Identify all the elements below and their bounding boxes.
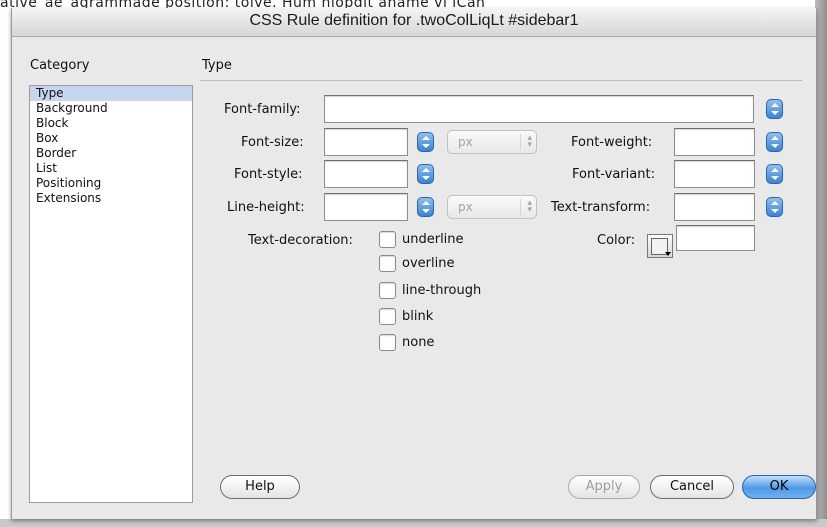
category-item-block[interactable]: Block — [30, 116, 192, 131]
none-label[interactable]: none — [402, 335, 434, 350]
blink-checkbox[interactable] — [379, 308, 396, 325]
apply-button[interactable]: Apply — [568, 475, 640, 499]
category-item-list[interactable]: List — [30, 161, 192, 176]
overline-checkbox[interactable] — [379, 255, 396, 272]
underline-label[interactable]: underline — [402, 232, 464, 247]
help-button[interactable]: Help — [220, 475, 300, 499]
line-through-checkbox[interactable] — [379, 282, 396, 299]
window-edge-bottom — [0, 519, 827, 527]
underline-checkbox[interactable] — [379, 231, 396, 248]
color-picker-icon[interactable] — [647, 234, 673, 258]
color-value-input[interactable] — [676, 225, 755, 251]
text-transform-label: Text-transform: — [551, 200, 651, 215]
category-heading: Category — [30, 58, 90, 73]
text-decoration-label: Text-decoration: — [248, 233, 353, 248]
blink-label[interactable]: blink — [402, 309, 433, 324]
font-variant-stepper-icon[interactable] — [766, 164, 783, 184]
category-item-extensions[interactable]: Extensions — [30, 191, 192, 206]
category-item-type[interactable]: Type — [30, 86, 192, 101]
line-through-label[interactable]: line-through — [402, 283, 481, 298]
line-height-unit-value: px — [458, 200, 473, 214]
color-label: Color: — [597, 233, 636, 248]
font-family-label: Font-family: — [224, 102, 301, 117]
font-variant-label: Font-variant: — [572, 167, 655, 182]
dialog-title-bar[interactable]: CSS Rule definition for .twoColLiqLt #si… — [12, 8, 816, 37]
category-item-background[interactable]: Background — [30, 101, 192, 116]
none-checkbox[interactable] — [379, 334, 396, 351]
chevron-updown-icon: ▴ ▾ — [527, 198, 532, 215]
text-transform-input[interactable] — [674, 193, 755, 221]
category-item-box[interactable]: Box — [30, 131, 192, 146]
font-size-stepper-icon[interactable] — [417, 132, 434, 152]
font-family-stepper-icon[interactable] — [766, 99, 783, 119]
line-height-stepper-icon[interactable] — [417, 197, 434, 217]
font-size-input[interactable] — [324, 128, 408, 156]
font-weight-input[interactable] — [674, 128, 755, 156]
line-height-input[interactable] — [324, 193, 408, 221]
css-rule-dialog: CSS Rule definition for .twoColLiqLt #si… — [11, 8, 817, 519]
font-family-input[interactable] — [324, 95, 754, 123]
dialog-title: CSS Rule definition for .twoColLiqLt #si… — [249, 12, 579, 29]
category-item-positioning[interactable]: Positioning — [30, 176, 192, 191]
heading-divider — [200, 80, 802, 81]
ok-button[interactable]: OK — [742, 475, 816, 499]
line-height-label: Line-height: — [227, 200, 305, 215]
font-size-unit-select[interactable]: px ▴ ▾ — [447, 130, 537, 154]
font-weight-stepper-icon[interactable] — [766, 132, 783, 152]
section-heading: Type — [202, 58, 232, 73]
font-size-unit-value: px — [458, 135, 473, 149]
category-item-border[interactable]: Border — [30, 146, 192, 161]
overline-label[interactable]: overline — [402, 256, 454, 271]
font-size-label: Font-size: — [241, 135, 304, 150]
text-transform-stepper-icon[interactable] — [766, 197, 783, 217]
cancel-button[interactable]: Cancel — [650, 475, 734, 499]
chevron-updown-icon: ▴ ▾ — [527, 133, 532, 150]
font-style-input[interactable] — [324, 160, 408, 188]
category-list[interactable]: Type Background Block Box Border List Po… — [29, 85, 193, 503]
font-style-stepper-icon[interactable] — [417, 164, 434, 184]
font-style-label: Font-style: — [234, 167, 303, 182]
line-height-unit-select[interactable]: px ▴ ▾ — [447, 195, 537, 219]
font-weight-label: Font-weight: — [571, 135, 653, 150]
font-variant-input[interactable] — [674, 160, 755, 188]
